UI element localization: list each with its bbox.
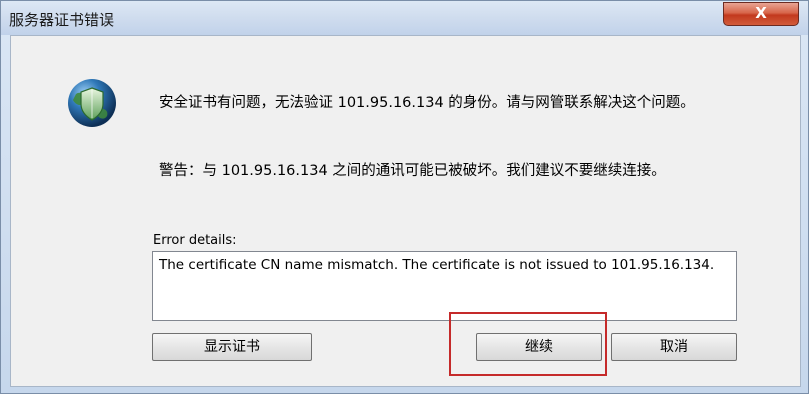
highlight-annotation-box xyxy=(449,312,607,376)
cancel-button[interactable]: 取消 xyxy=(611,333,737,361)
error-details-label: Error details: xyxy=(153,233,237,248)
window-title: 服务器证书错误 xyxy=(9,11,115,29)
title-bar: 服务器证书错误 X xyxy=(1,1,808,35)
close-icon: X xyxy=(755,4,767,22)
globe-shield-icon xyxy=(68,79,116,127)
close-button[interactable]: X xyxy=(723,2,799,26)
show-certificate-button[interactable]: 显示证书 xyxy=(152,333,312,361)
certificate-error-dialog: 服务器证书错误 X 安全证书有问题，无法验证 101.95.16.134 的身份… xyxy=(0,0,809,394)
verification-message: 安全证书有问题，无法验证 101.95.16.134 的身份。请与网管联系解决这… xyxy=(159,95,695,111)
error-details-textbox[interactable]: The certificate CN name mismatch. The ce… xyxy=(152,251,737,321)
warning-message: 警告：与 101.95.16.134 之间的通讯可能已被破坏。我们建议不要继续连… xyxy=(159,163,666,179)
